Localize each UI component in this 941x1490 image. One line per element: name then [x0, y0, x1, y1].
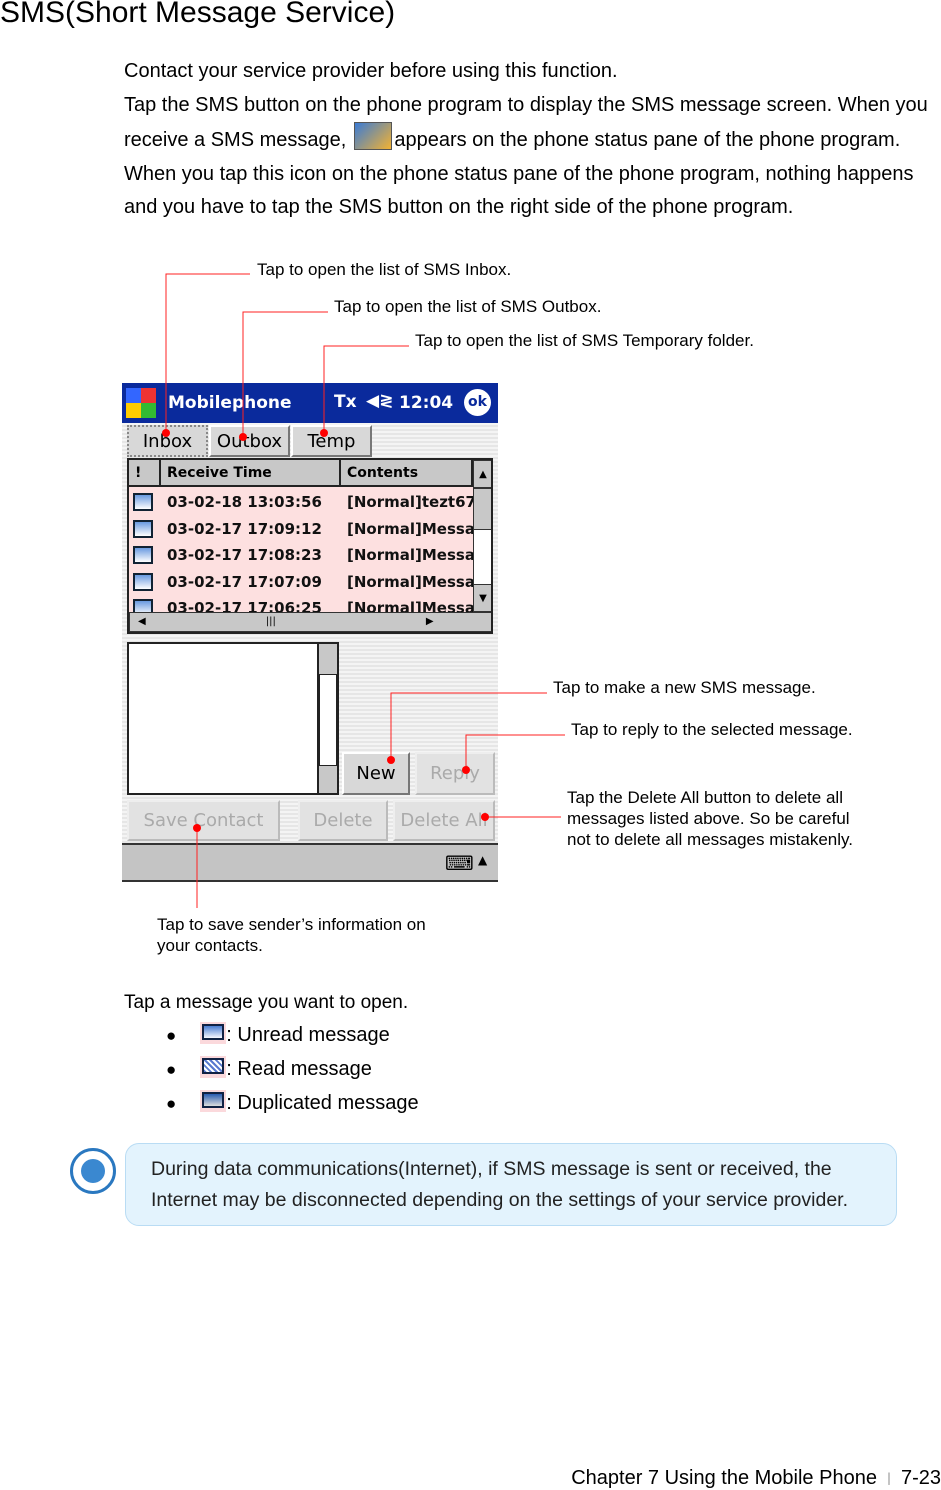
page-number: 7-23 — [900, 1467, 941, 1489]
footer-chapter: Chapter 7 Using the Mobile Phone — [571, 1467, 877, 1489]
bullet-icon: ● — [166, 1094, 177, 1113]
legend-heading: Tap a message you want to open. — [124, 992, 409, 1013]
legend-read: ● : Read message — [166, 1056, 372, 1081]
footer: Chapter 7 Using the Mobile Phone ㅣ 7-23 — [571, 1467, 941, 1490]
note-icon — [70, 1148, 116, 1194]
legend-duplicated: ● : Duplicated message — [166, 1090, 419, 1115]
note-box: During data communications(Internet), if… — [125, 1143, 897, 1226]
footer-separator: ㅣ — [882, 1471, 896, 1487]
legend-read-label: : Read message — [226, 1058, 372, 1080]
bullet-icon: ● — [166, 1060, 177, 1079]
bullet-icon: ● — [166, 1026, 177, 1045]
unread-message-icon — [200, 1022, 227, 1044]
duplicated-message-icon — [200, 1090, 227, 1112]
legend-unread-label: : Unread message — [226, 1024, 390, 1046]
legend-unread: ● : Unread message — [166, 1022, 390, 1047]
legend-duplicated-label: : Duplicated message — [226, 1092, 419, 1114]
read-message-icon — [200, 1056, 227, 1078]
callout-lines — [162, 273, 565, 908]
